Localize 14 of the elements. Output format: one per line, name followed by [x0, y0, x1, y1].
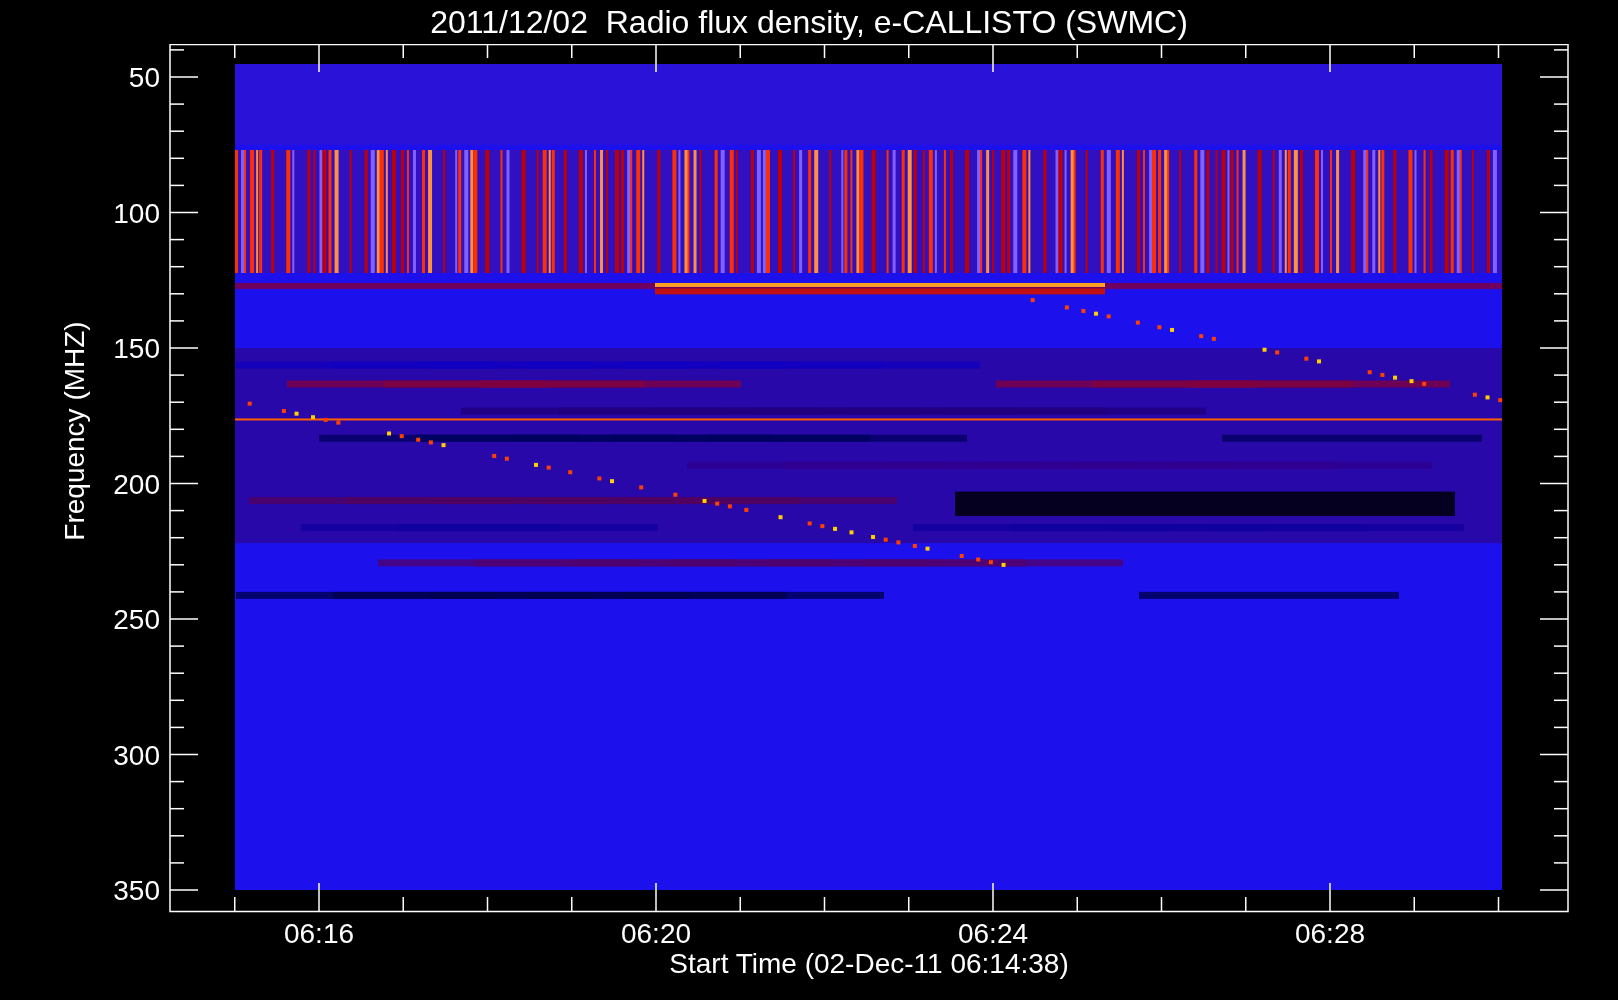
y-tick-label: 300: [113, 739, 160, 771]
x-tick-label: 06:16: [283, 918, 355, 949]
chart-title: 2011/12/02 Radio flux density, e-CALLISTO (SWMC): [430, 3, 1188, 42]
x-tick-label: 06:20: [620, 918, 692, 949]
y-tick-label: 100: [113, 197, 160, 229]
y-axis-label: Frequency (MHZ): [59, 321, 90, 541]
x-axis-label: Start Time (02-Dec-11 06:14:38): [669, 948, 1069, 979]
x-tick-label: 06:24: [957, 918, 1029, 949]
x-tick-label: 06:28: [1294, 918, 1366, 949]
y-tick-label: 350: [113, 875, 160, 906]
y-tick-label: 150: [113, 333, 160, 364]
y-tick-label: 250: [113, 604, 160, 635]
y-tick-label: 200: [113, 468, 160, 500]
y-tick-label: 50: [128, 62, 160, 93]
